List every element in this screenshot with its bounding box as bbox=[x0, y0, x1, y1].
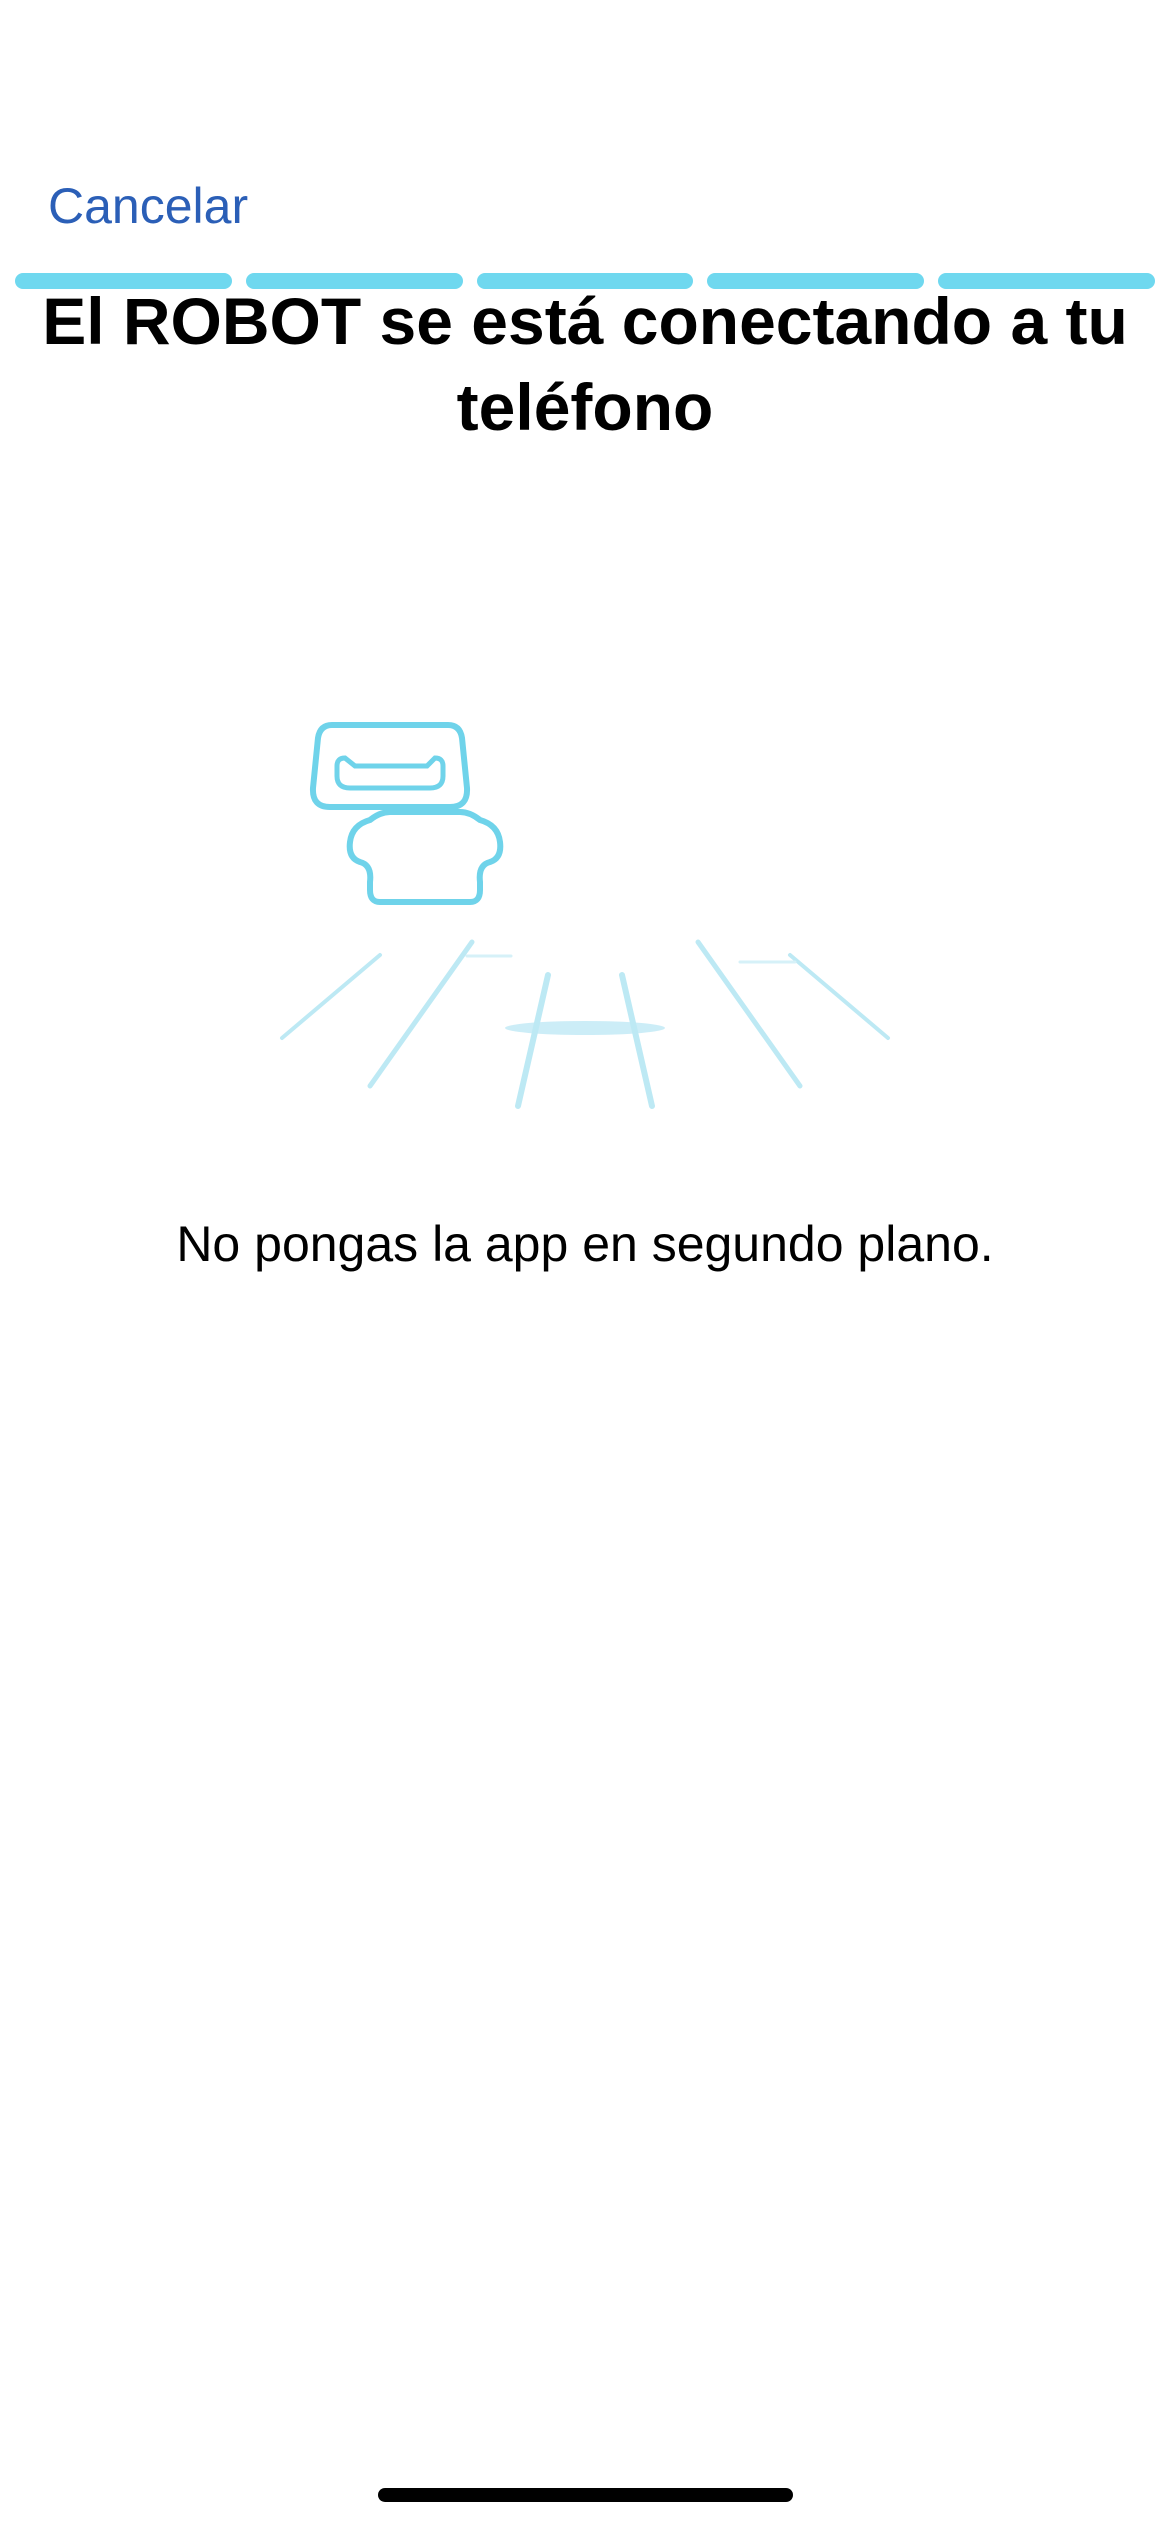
cancel-button[interactable]: Cancelar bbox=[48, 176, 248, 236]
robot-connecting-icon bbox=[270, 720, 900, 1120]
hint-text: No pongas la app en segundo plano. bbox=[176, 1216, 994, 1272]
robot-body bbox=[346, 809, 504, 905]
ground-glow bbox=[505, 1021, 665, 1035]
robot-face-display bbox=[334, 755, 446, 791]
page-title: El ROBOT se está conectando a tu teléfon… bbox=[42, 284, 1128, 444]
home-indicator[interactable] bbox=[378, 2488, 793, 2502]
